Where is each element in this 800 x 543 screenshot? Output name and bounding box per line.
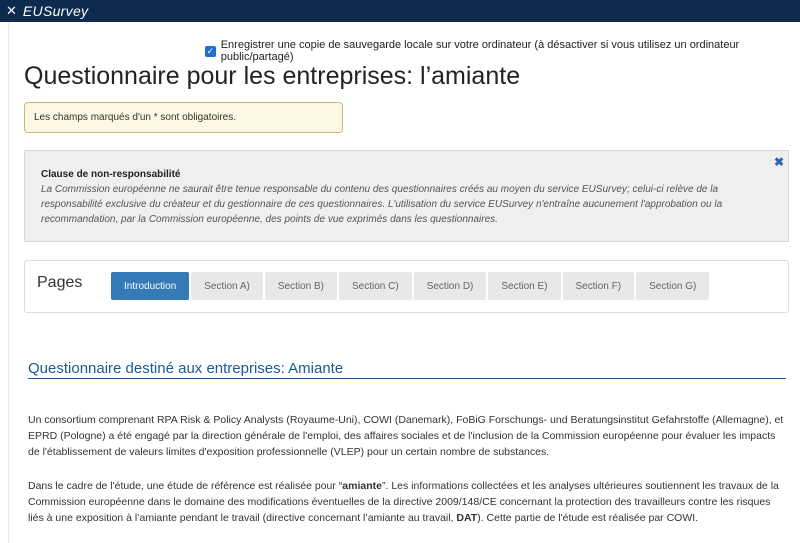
- intro-paragraph-1: Un consortium comprenant RPA Risk & Poli…: [28, 414, 784, 458]
- top-bar: ✕ EUSurvey: [0, 0, 800, 22]
- local-backup-option[interactable]: ✓ Enregistrer une copie de sauvegarde lo…: [205, 39, 800, 63]
- pages-label: Pages: [37, 274, 83, 291]
- para2-bold-amiante: amiante: [342, 480, 382, 492]
- tab-section-d[interactable]: Section D): [413, 272, 487, 300]
- local-backup-label: Enregistrer une copie de sauvegarde loca…: [220, 39, 740, 63]
- tab-section-c[interactable]: Section C): [339, 272, 412, 300]
- disclaimer-text: La Commission européenne ne saurait être…: [41, 184, 723, 225]
- local-backup-checkbox[interactable]: ✓: [205, 45, 216, 57]
- tab-section-e[interactable]: Section E): [488, 272, 561, 300]
- survey-title: Questionnaire pour les entreprises: l’am…: [24, 62, 521, 90]
- tab-section-b[interactable]: Section B): [264, 272, 337, 300]
- section-divider: [28, 378, 786, 379]
- para2-text-e: ). Cette partie de l'étude est réalisée …: [477, 512, 699, 524]
- tab-section-f[interactable]: Section F): [562, 272, 635, 300]
- para2-text-a: Dans le cadre de l'étude, une étude de r…: [28, 480, 343, 492]
- tab-section-a[interactable]: Section A): [191, 272, 263, 300]
- section-title: Questionnaire destiné aux entreprises: A…: [28, 360, 344, 377]
- tab-section-g[interactable]: Section G): [636, 272, 710, 300]
- intro-paragraph-2: Dans le cadre de l'étude, une étude de r…: [28, 478, 788, 526]
- survey-page: ✓ Enregistrer une copie de sauvegarde lo…: [8, 22, 800, 543]
- required-fields-note: Les champs marqués d'un * sont obligatoi…: [24, 102, 343, 133]
- disclaimer-box: ✖ Clause de non-responsabilité La Commis…: [24, 150, 789, 242]
- tab-introduction[interactable]: Introduction: [111, 272, 190, 300]
- para2-bold-dat: DAT: [456, 512, 478, 524]
- pages-navigation: Pages Introduction Section A) Section B)…: [24, 260, 789, 313]
- page-tabs: Introduction Section A) Section B) Secti…: [111, 272, 711, 300]
- disclaimer-title: Clause de non-responsabilité: [41, 169, 181, 180]
- star-icon: ✕: [6, 3, 17, 18]
- eusurvey-logo[interactable]: EUSurvey: [23, 3, 88, 19]
- close-icon[interactable]: ✖: [774, 155, 784, 169]
